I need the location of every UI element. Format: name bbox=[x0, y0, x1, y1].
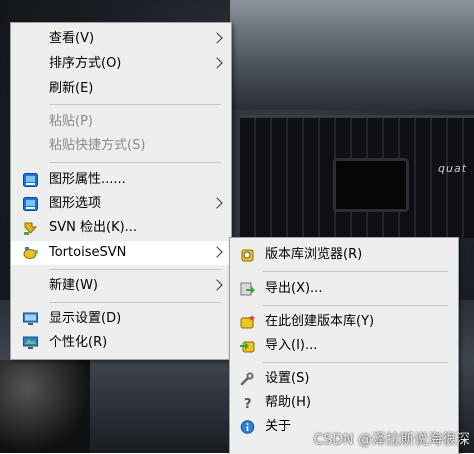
about-info-icon bbox=[240, 420, 255, 434]
menu-item-refresh[interactable]: 刷新(E) bbox=[11, 77, 231, 101]
menu-separator bbox=[49, 162, 221, 163]
wallpaper-badge: quat bbox=[438, 162, 468, 175]
submenu-item-settings[interactable]: 设置(S) bbox=[230, 367, 458, 391]
menu-item-graphics-options[interactable]: 图形选项 bbox=[11, 192, 231, 216]
repo-browser-icon bbox=[241, 249, 254, 262]
menu-item-svn-checkout[interactable]: SVN 检出(K)... bbox=[11, 216, 231, 240]
personalize-icon bbox=[23, 336, 38, 349]
chevron-right-icon bbox=[211, 279, 223, 291]
chevron-right-icon bbox=[211, 246, 223, 258]
menu-separator bbox=[49, 302, 221, 303]
wallpaper-car-panel bbox=[333, 158, 409, 212]
menu-separator bbox=[263, 362, 448, 363]
chevron-right-icon bbox=[211, 197, 223, 209]
import-icon bbox=[240, 341, 255, 353]
menu-item-paste[interactable]: 粘贴(P) bbox=[11, 110, 231, 134]
submenu-item-repo-browser[interactable]: 版本库浏览器(R) bbox=[230, 243, 458, 267]
wallpaper-car-tire bbox=[0, 360, 90, 453]
settings-wrench-icon bbox=[240, 372, 254, 386]
svn-checkout-icon bbox=[24, 222, 38, 235]
menu-separator bbox=[263, 305, 448, 306]
submenu-item-help[interactable]: ? 帮助(H) bbox=[230, 391, 458, 415]
menu-item-display-settings[interactable]: 显示设置(D) bbox=[11, 307, 231, 331]
menu-item-view[interactable]: 查看(V) bbox=[11, 27, 231, 51]
watermark-text: CSDN @泽拉斯说海很深 bbox=[313, 432, 470, 448]
intel-graphics-icon bbox=[23, 173, 38, 187]
submenu-item-export[interactable]: 导出(X)... bbox=[230, 277, 458, 301]
menu-item-graphics-properties[interactable]: 图形属性...... bbox=[11, 168, 231, 192]
tortoisesvn-icon bbox=[23, 247, 38, 259]
export-icon bbox=[240, 282, 255, 296]
intel-graphics-icon bbox=[23, 197, 38, 211]
submenu-item-create-repo[interactable]: 在此创建版本库(Y) bbox=[230, 310, 458, 334]
chevron-right-icon bbox=[211, 32, 223, 44]
menu-item-paste-shortcut[interactable]: 粘贴快捷方式(S) bbox=[11, 134, 231, 158]
menu-item-sort-by[interactable]: 排序方式(O) bbox=[11, 52, 231, 76]
wallpaper-car-hood bbox=[230, 0, 474, 110]
chevron-right-icon bbox=[211, 57, 223, 69]
help-icon: ? bbox=[244, 397, 252, 410]
menu-separator bbox=[263, 271, 448, 272]
menu-separator bbox=[49, 104, 221, 105]
display-settings-icon bbox=[23, 312, 38, 325]
menu-item-new[interactable]: 新建(W) bbox=[11, 274, 231, 298]
svg-text:?: ? bbox=[244, 397, 252, 410]
submenu-item-import[interactable]: 导入(I)... bbox=[230, 334, 458, 358]
desktop-context-menu: 查看(V) 排序方式(O) 刷新(E) 粘贴(P) 粘贴快捷方式(S) 图形属性… bbox=[10, 22, 232, 360]
create-repo-icon bbox=[240, 315, 255, 329]
tortoisesvn-submenu: 版本库浏览器(R) 导出(X)... 在此创建版本库(Y) 导入(I)... 设… bbox=[229, 237, 459, 454]
menu-item-tortoisesvn[interactable]: TortoiseSVN bbox=[11, 241, 231, 265]
menu-separator bbox=[49, 269, 221, 270]
menu-item-personalize[interactable]: 个性化(R) bbox=[11, 331, 231, 355]
